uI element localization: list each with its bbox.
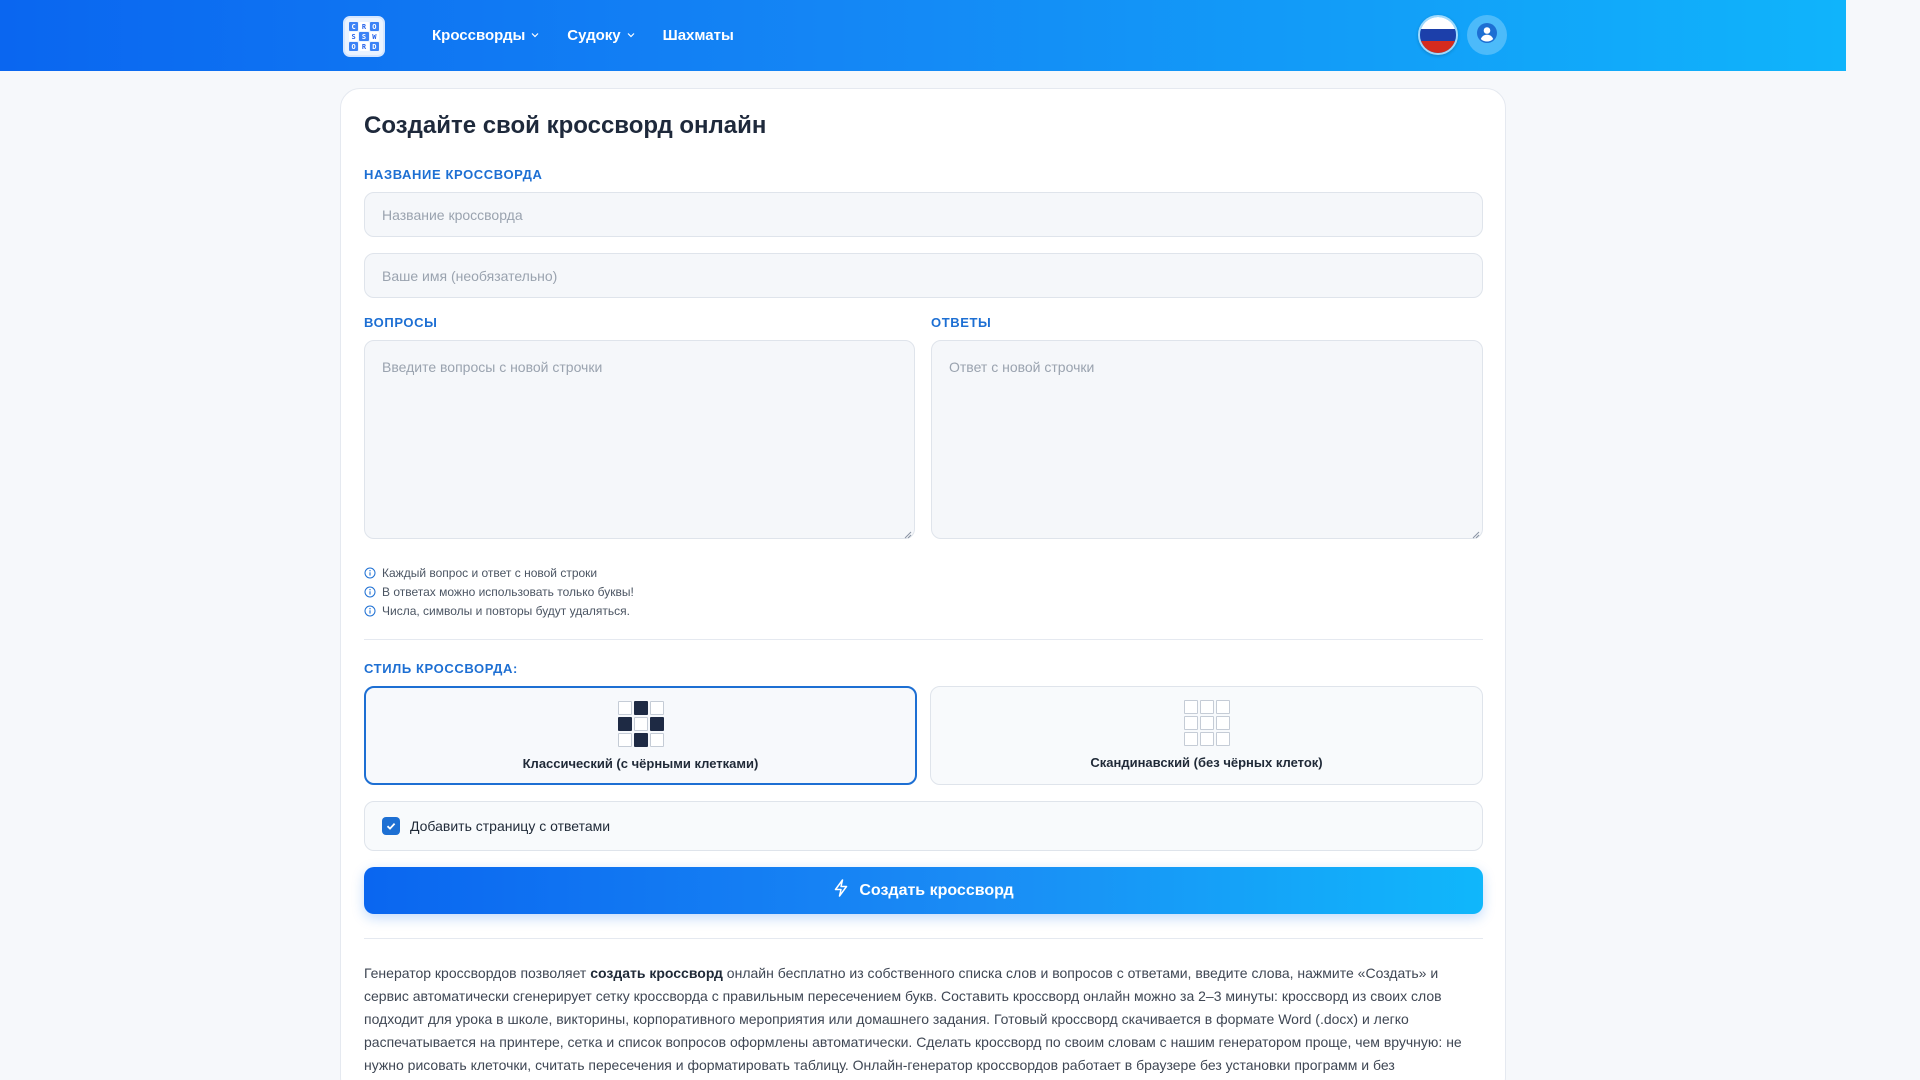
- info-circle-icon: [364, 586, 376, 598]
- answers-label: ОТВЕТЫ: [931, 315, 992, 330]
- classic-grid-icon: [617, 701, 664, 747]
- questions-label: ВОПРОСЫ: [364, 315, 438, 330]
- page-title: Создайте свой кроссворд онлайн: [364, 112, 767, 139]
- info-circle-icon: [364, 605, 376, 617]
- nav-item-crosswords[interactable]: Кроссворды: [432, 24, 539, 46]
- hint-text: Числа, символы и повторы будут удаляться…: [382, 603, 630, 618]
- style-option-label: Классический (с чёрными клетками): [522, 756, 759, 771]
- nav-item-sudoku[interactable]: Судоку: [567, 24, 635, 46]
- crossword-style-label: СТИЛЬ КРОССВОРДА:: [364, 661, 518, 676]
- user-account-button[interactable]: [1467, 15, 1507, 55]
- logo-letter: C: [349, 22, 359, 31]
- questions-placeholder: Введите вопросы с новой строчки: [382, 359, 603, 375]
- description-text: Генератор кроссвордов позволяет: [364, 965, 591, 981]
- style-option-classic[interactable]: Классический (с чёрными клетками): [364, 686, 917, 785]
- russia-flag-icon[interactable]: [1418, 15, 1458, 55]
- logo-letter: S: [359, 32, 369, 41]
- resize-handle-icon[interactable]: [902, 526, 912, 539]
- nav-item-chess[interactable]: Шахматы: [663, 24, 734, 46]
- hint-item: В ответах можно использовать только букв…: [364, 582, 634, 601]
- nav-item-label: Судоку: [567, 26, 621, 44]
- hint-text: В ответах можно использовать только букв…: [382, 584, 634, 599]
- section-divider: [364, 938, 1483, 939]
- description-text: онлайн бесплатно из собственного списка …: [364, 965, 1462, 1073]
- create-button-label: Создать кроссворд: [859, 881, 1014, 899]
- crossword-name-input[interactable]: Название кроссворда: [364, 192, 1483, 237]
- answers-placeholder: Ответ с новой строчки: [949, 359, 1095, 375]
- input-hints: Каждый вопрос и ответ с новой строки В о…: [364, 563, 634, 620]
- logo-letter: S: [349, 32, 359, 41]
- style-option-label: Скандинавский (без чёрных клеток): [1090, 755, 1323, 770]
- hint-item: Каждый вопрос и ответ с новой строки: [364, 563, 634, 582]
- crossword-name-label: НАЗВАНИЕ КРОССВОРДА: [364, 167, 543, 182]
- create-crossword-button[interactable]: Создать кроссворд: [364, 867, 1483, 914]
- author-name-input[interactable]: Ваше имя (необязательно): [364, 253, 1483, 298]
- answers-textarea[interactable]: Ответ с новой строчки: [931, 340, 1483, 539]
- nav-item-label: Шахматы: [662, 26, 734, 44]
- answers-page-option[interactable]: Добавить страницу с ответами: [364, 801, 1483, 851]
- logo-letter: O: [349, 42, 359, 51]
- description-bold-text: создать кроссворд: [590, 965, 723, 981]
- user-circle-icon: [1476, 22, 1498, 49]
- site-logo[interactable]: C R O S S W O R D: [343, 16, 385, 57]
- logo-letter: O: [369, 22, 379, 31]
- style-option-scandinavian[interactable]: Скандинавский (без чёрных клеток): [930, 686, 1483, 785]
- hint-text: Каждый вопрос и ответ с новой строки: [382, 565, 598, 580]
- section-divider: [364, 639, 1483, 640]
- top-navigation-bar: C R O S S W O R D Кроссворды Судоку Шахм…: [0, 0, 1846, 71]
- resize-handle-icon[interactable]: [1470, 526, 1480, 539]
- scandinavian-grid-icon: [1183, 700, 1230, 746]
- nav-item-label: Кроссворды: [432, 26, 526, 44]
- logo-letter: R: [359, 22, 369, 31]
- info-circle-icon: [364, 567, 376, 579]
- hint-item: Числа, символы и повторы будут удаляться…: [364, 601, 634, 620]
- chevron-down-icon: [627, 31, 635, 39]
- questions-textarea[interactable]: Введите вопросы с новой строчки: [364, 340, 915, 539]
- logo-letter: R: [359, 42, 369, 51]
- service-description: Генератор кроссвордов позволяет создать …: [364, 962, 1482, 1077]
- lightning-icon: [833, 879, 849, 902]
- logo-letter: W: [369, 32, 379, 41]
- main-nav: Кроссворды Судоку Шахматы: [432, 24, 734, 46]
- logo-letter: D: [369, 42, 379, 51]
- checkmark-icon: [386, 822, 396, 830]
- answers-page-label: Добавить страницу с ответами: [410, 818, 611, 834]
- answers-page-checkbox[interactable]: [382, 817, 400, 835]
- chevron-down-icon: [531, 31, 539, 39]
